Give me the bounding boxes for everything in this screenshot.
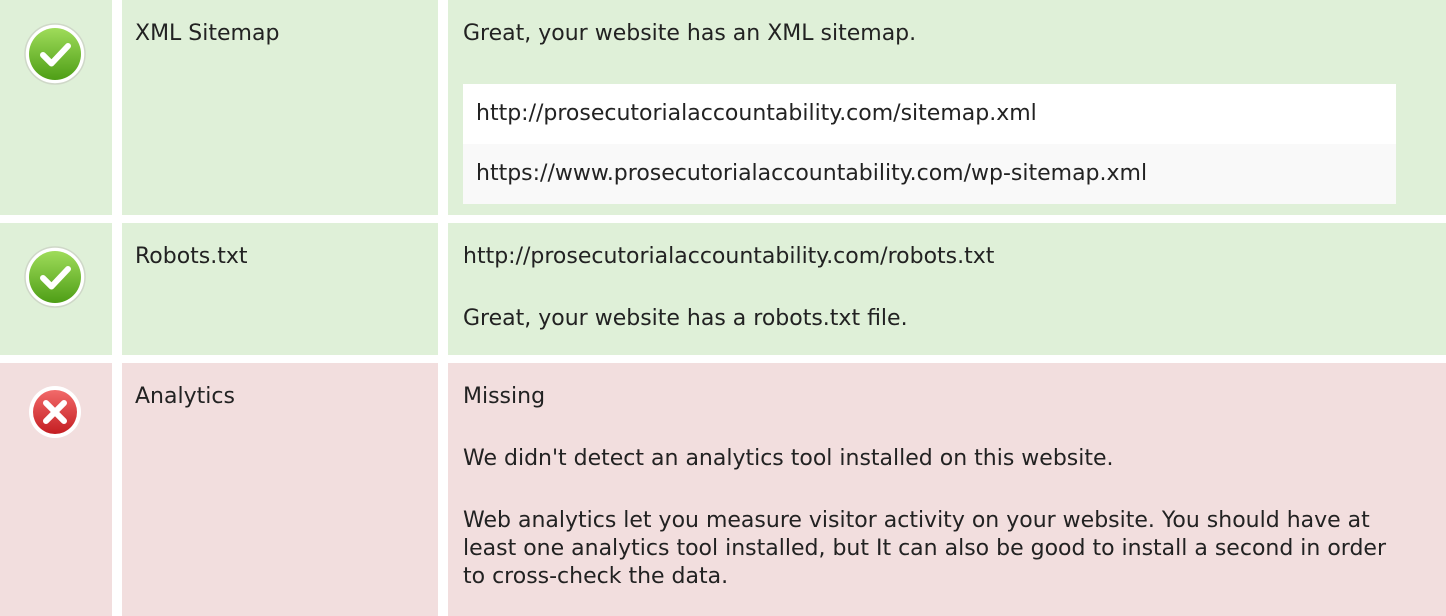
- list-item: http://prosecutorialaccountability.com/s…: [463, 84, 1396, 144]
- content-cell: http://prosecutorialaccountability.com/r…: [448, 223, 1446, 355]
- status-cell: [0, 0, 112, 215]
- label-cell: Analytics: [122, 363, 438, 616]
- content-cell: Great, your website has an XML sitemap. …: [448, 0, 1446, 215]
- check-label: XML Sitemap: [135, 21, 280, 46]
- sitemap-url-list: http://prosecutorialaccountability.com/s…: [463, 84, 1396, 204]
- check-circle-icon: [23, 245, 87, 309]
- error-circle-icon: [20, 377, 90, 447]
- result-message: Great, your website has a robots.txt fil…: [463, 306, 908, 331]
- result-message: Great, your website has an XML sitemap.: [463, 21, 917, 46]
- robots-url: http://prosecutorialaccountability.com/r…: [463, 244, 995, 269]
- report-row-robots-txt: Robots.txt http://prosecutorialaccountab…: [0, 223, 1446, 355]
- content-cell: Missing We didn't detect an analytics to…: [448, 363, 1446, 616]
- status-cell: [0, 223, 112, 355]
- seo-report-table: XML Sitemap Great, your website has an X…: [0, 0, 1446, 616]
- report-row-analytics: Analytics Missing We didn't detect an an…: [0, 363, 1446, 616]
- label-cell: Robots.txt: [122, 223, 438, 355]
- result-message: We didn't detect an analytics tool insta…: [463, 446, 1114, 471]
- status-cell: [0, 363, 112, 616]
- result-description: Web analytics let you measure visitor ac…: [463, 508, 1387, 589]
- status-value: Missing: [463, 384, 546, 409]
- label-cell: XML Sitemap: [122, 0, 438, 215]
- check-label: Robots.txt: [135, 244, 248, 269]
- report-row-xml-sitemap: XML Sitemap Great, your website has an X…: [0, 0, 1446, 215]
- check-label: Analytics: [135, 384, 235, 409]
- list-item: https://www.prosecutorialaccountability.…: [463, 144, 1396, 204]
- check-circle-icon: [23, 22, 87, 86]
